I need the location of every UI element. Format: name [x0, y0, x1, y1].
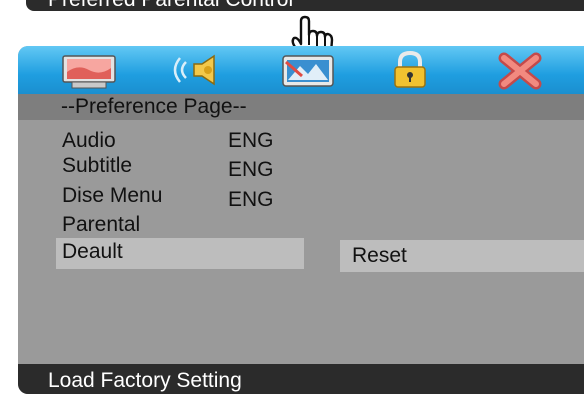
- close-icon[interactable]: [496, 50, 544, 90]
- reset-option-label: Reset: [352, 244, 407, 267]
- monitor-icon[interactable]: [58, 50, 120, 90]
- top-banner: Preferred Parental Control: [26, 0, 584, 11]
- menu-item-subtitle[interactable]: Subtitle ENG: [56, 154, 304, 185]
- top-banner-text: Preferred Parental Control: [48, 0, 293, 11]
- menu-item-default[interactable]: Deault: [56, 238, 304, 269]
- tab-bar: [18, 46, 584, 94]
- dvd-setup-window: --Preference Page-- Audio ENG Subtitle E…: [18, 46, 584, 394]
- menu-item-label: Deault: [62, 240, 123, 263]
- lock-icon[interactable]: [388, 50, 432, 90]
- page-title: --Preference Page--: [61, 95, 247, 118]
- menu-item-value: ENG: [228, 129, 274, 152]
- preference-page-header: --Preference Page--: [18, 94, 584, 120]
- menu-item-label: Audio: [62, 129, 116, 152]
- status-bar: Load Factory Setting: [18, 364, 584, 394]
- menu-item-value: ENG: [228, 158, 274, 181]
- reset-option[interactable]: Reset: [340, 240, 584, 272]
- menu-item-label: Dise Menu: [62, 184, 163, 207]
- status-text: Load Factory Setting: [48, 369, 242, 392]
- menu-item-label: Parental: [62, 213, 141, 236]
- speaker-icon[interactable]: [168, 50, 230, 90]
- menu-item-label: Subtitle: [62, 154, 133, 177]
- menu-item-value: ENG: [228, 188, 274, 211]
- menu-item-audio[interactable]: Audio ENG: [56, 126, 304, 157]
- picture-icon[interactable]: [280, 50, 338, 90]
- menu-item-disc-menu[interactable]: Dise Menu ENG: [56, 184, 304, 215]
